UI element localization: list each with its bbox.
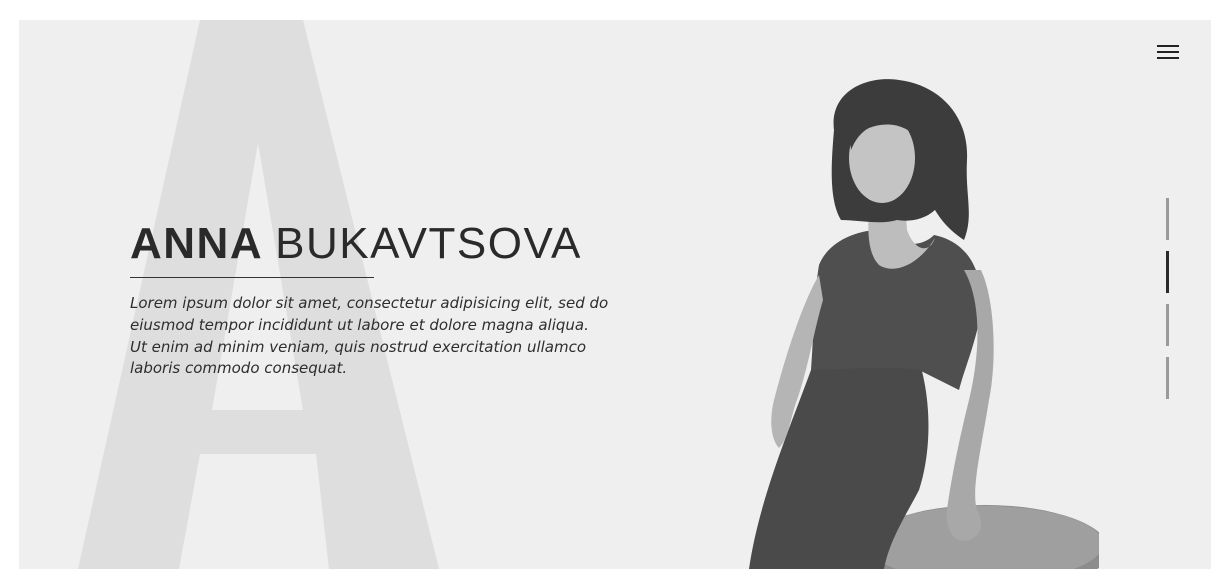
slide-navigation: [1164, 198, 1172, 410]
hamburger-menu-icon[interactable]: [1157, 44, 1179, 60]
slide-indicator-4[interactable]: [1164, 357, 1172, 399]
hero-name: ANNA BUKAVTSOVA: [130, 218, 582, 270]
portrait-photo: [749, 79, 1099, 569]
title-underline: [130, 277, 374, 278]
slide-indicator-2[interactable]: [1164, 251, 1172, 293]
slide-indicator-3[interactable]: [1164, 304, 1172, 346]
intro-paragraph: Lorem ipsum dolor sit amet, consectetur …: [130, 294, 609, 378]
hero-section: ANNA BUKAVTSOVA Lorem ipsum dolor sit ame…: [19, 20, 1211, 569]
first-name: ANNA: [130, 219, 264, 268]
slide-indicator-1[interactable]: [1164, 198, 1172, 240]
last-name: BUKAVTSOVA: [275, 219, 582, 268]
